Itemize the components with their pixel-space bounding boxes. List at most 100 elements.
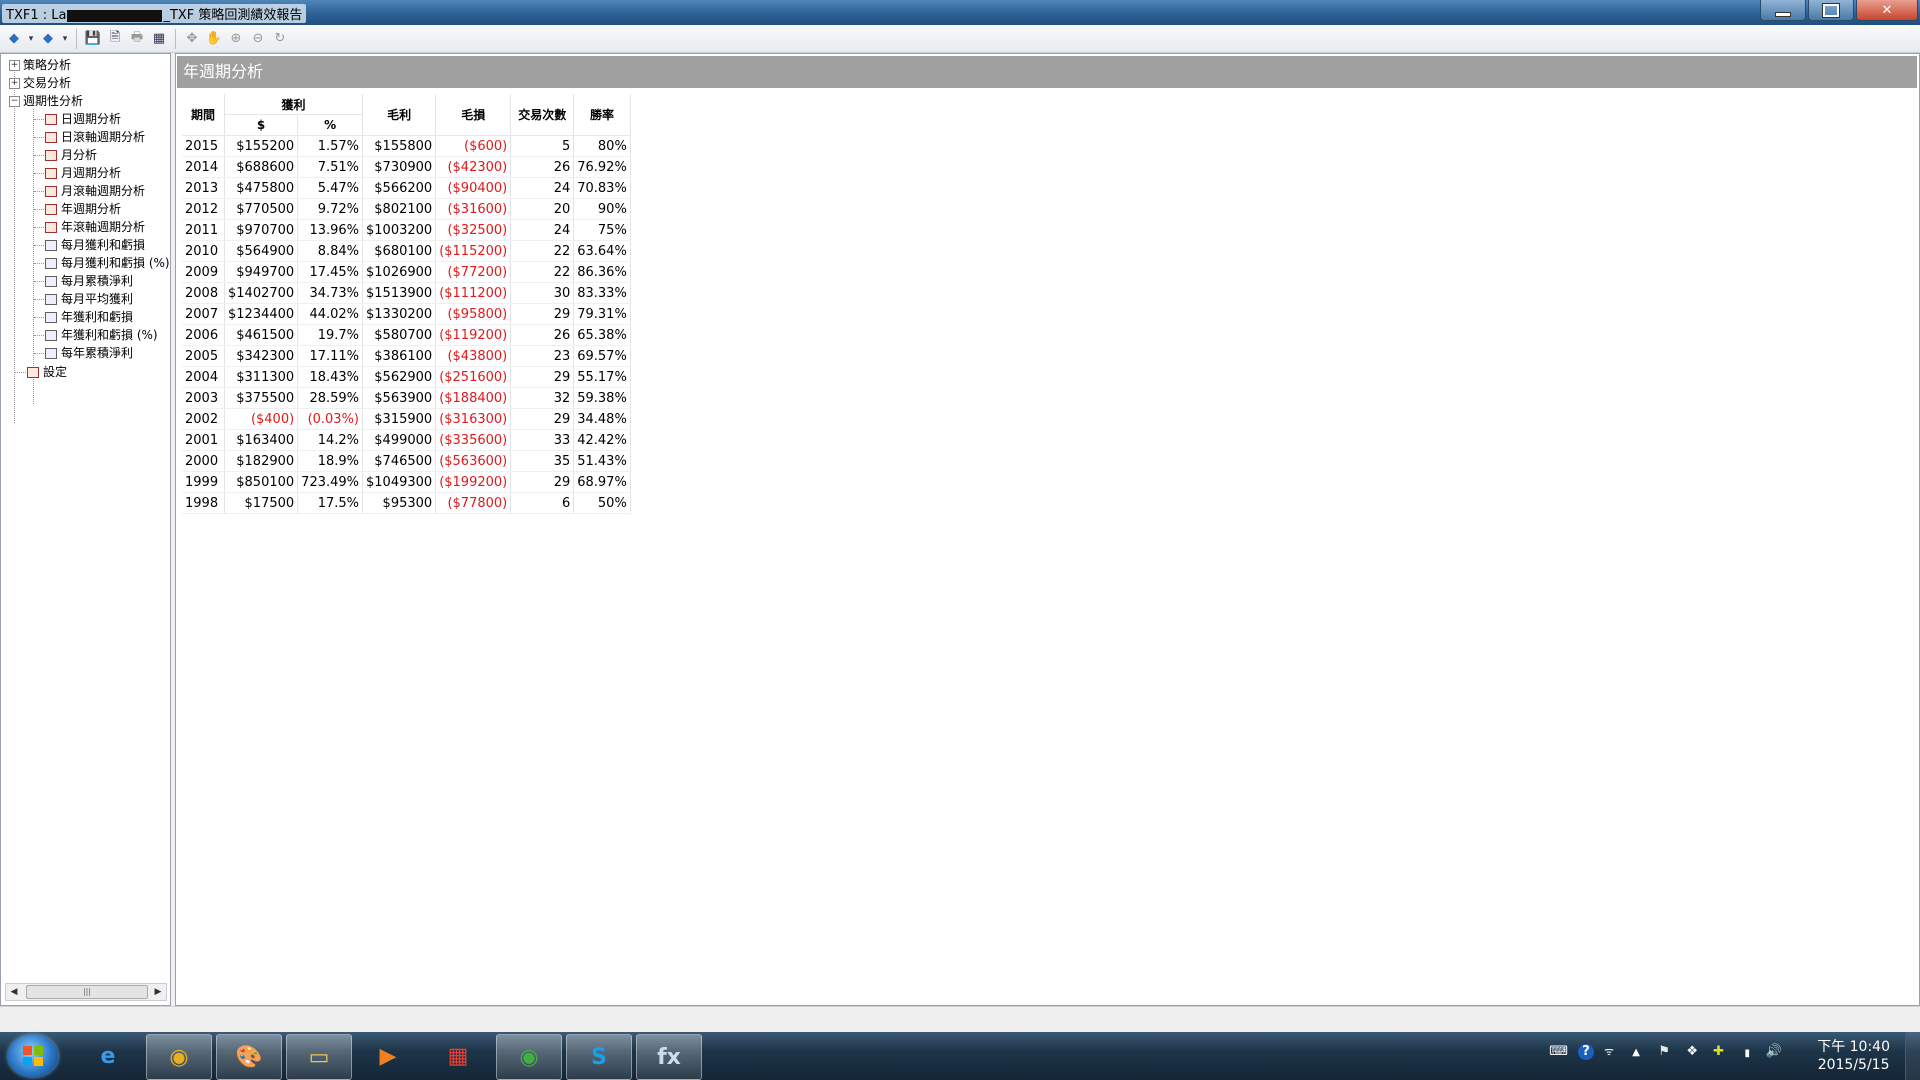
- table-cell: ($188400): [435, 387, 512, 409]
- forward-button[interactable]: ◆: [38, 29, 58, 49]
- pan-tool-button[interactable]: ✋: [204, 29, 224, 49]
- table-cell: (0.03%): [297, 408, 364, 430]
- close-button[interactable]: ✕: [1856, 0, 1918, 21]
- tree-item-yearly-period[interactable]: 年週期分析: [45, 200, 121, 218]
- chart-icon: [45, 294, 57, 305]
- tree-item-monthly-pnl-pct[interactable]: 每月獲利和虧損 (%): [45, 254, 170, 272]
- table-cell: 2008: [182, 282, 225, 304]
- table-cell: $155800: [362, 135, 437, 157]
- tree-horizontal-scrollbar[interactable]: ◀ ||| ▶: [5, 983, 167, 1001]
- table-icon: [27, 367, 39, 378]
- show-hidden-icons-icon[interactable]: ▲: [1632, 1047, 1640, 1058]
- table-cell: 80%: [573, 135, 631, 157]
- plus-app-icon[interactable]: ✚: [1713, 1044, 1724, 1059]
- tree-node-label: 設定: [43, 365, 68, 379]
- taskbar-app-media-player[interactable]: ▶: [356, 1034, 420, 1078]
- tree-item-yearly-cumulative[interactable]: 每年累積淨利: [45, 344, 133, 362]
- tree-item-label: 每月獲利和虧損 (%): [61, 256, 170, 270]
- taskbar-app-internet-explorer[interactable]: e: [76, 1034, 140, 1078]
- show-desktop-button[interactable]: [1905, 1032, 1920, 1080]
- refresh-button[interactable]: ↻: [270, 29, 290, 49]
- scroll-left-button[interactable]: ◀: [6, 984, 22, 1000]
- header-gross-profit: 毛利: [362, 94, 437, 136]
- tree-connector: [34, 317, 44, 318]
- collapse-icon[interactable]: −: [9, 96, 20, 107]
- document-button[interactable]: 🗎: [105, 29, 125, 49]
- wifi-small-icon[interactable]: ᯤ: [1604, 1044, 1614, 1059]
- table-row: 2009 $949700 17.45% $1026900 ($77200) 22 86.36…: [182, 261, 631, 283]
- window-title-prefix: TXF1 : La: [6, 8, 67, 23]
- layout-icon: ▦: [152, 31, 166, 46]
- taskbar: e ◉ 🎨 ▭ ▶ ▦ ◉ Sfx ⌨ ? ᯤ ▲ ⚑ ❖ ✚ ▮ 🔊 下午 10:40 20…: [0, 1032, 1920, 1080]
- tree-item-label: 月滾軸週期分析: [61, 184, 146, 198]
- zoom-out-icon: ⊖: [252, 31, 264, 46]
- save-button[interactable]: 💾: [83, 29, 103, 49]
- tree-item-yearly-pnl[interactable]: 年獲利和虧損: [45, 308, 133, 326]
- zoom-in-button[interactable]: ⊕: [226, 29, 246, 49]
- help-icon[interactable]: ?: [1578, 1044, 1594, 1060]
- taskbar-app-apps-grid[interactable]: ▦: [426, 1034, 490, 1078]
- taskbar-app-skype[interactable]: S: [566, 1034, 632, 1080]
- table-cell: 18.43%: [297, 366, 364, 388]
- tree-node-periodic-analysis[interactable]: − 週期性分析: [9, 92, 83, 110]
- table-cell: 5: [510, 135, 575, 157]
- scroll-right-button[interactable]: ▶: [150, 984, 166, 1000]
- tree-item-label: 每月累積淨利: [61, 274, 134, 288]
- forward-dropdown-button[interactable]: ▾: [60, 29, 70, 49]
- zoom-out-button[interactable]: ⊖: [248, 29, 268, 49]
- back-dropdown-button[interactable]: ▾: [26, 29, 36, 49]
- minimize-button[interactable]: [1760, 0, 1806, 21]
- tree-item-yearly-pnl-pct[interactable]: 年獲利和虧損 (%): [45, 326, 158, 344]
- table-cell: ($42300): [435, 156, 512, 178]
- print-button[interactable]: 🖶: [127, 29, 147, 49]
- tree-node-strategy-analysis[interactable]: + 策略分析: [9, 56, 71, 74]
- chart-icon: [45, 240, 57, 251]
- tree-item-monthly[interactable]: 月分析: [45, 146, 97, 164]
- table-cell: $562900: [362, 366, 437, 388]
- network-signal-icon[interactable]: ▮: [1744, 1048, 1750, 1059]
- tree-item-monthly-average[interactable]: 每月平均獲利: [45, 290, 133, 308]
- system-clock[interactable]: 下午 10:40 2015/5/15: [1817, 1038, 1890, 1074]
- tree-item-label: 日週期分析: [61, 112, 122, 126]
- tree-item-monthly-period[interactable]: 月週期分析: [45, 164, 121, 182]
- tree-item-monthly-pnl[interactable]: 每月獲利和虧損: [45, 236, 145, 254]
- dropbox-icon[interactable]: ❖: [1686, 1044, 1698, 1059]
- tree-item-daily-rolling[interactable]: 日滾軸週期分析: [45, 128, 145, 146]
- tree-item-monthly-rolling[interactable]: 月滾軸週期分析: [45, 182, 145, 200]
- scroll-thumb[interactable]: |||: [26, 985, 148, 999]
- table-icon: [45, 132, 57, 143]
- tree-node-settings[interactable]: 設定: [27, 363, 67, 381]
- tree-item-daily-period[interactable]: 日週期分析: [45, 110, 121, 128]
- select-tool-button[interactable]: ✥: [182, 29, 202, 49]
- action-center-flag-icon[interactable]: ⚑: [1658, 1044, 1670, 1059]
- formula-app-icon: fx: [657, 1044, 681, 1070]
- expand-icon[interactable]: +: [9, 60, 20, 71]
- back-button[interactable]: ◆: [4, 29, 24, 49]
- maximize-button[interactable]: [1808, 0, 1854, 21]
- keyboard-icon[interactable]: ⌨: [1549, 1044, 1568, 1059]
- table-cell: $730900: [362, 156, 437, 178]
- taskbar-app-chrome[interactable]: ◉: [146, 1034, 212, 1080]
- layout-button[interactable]: ▦: [149, 29, 169, 49]
- report-panel: 年週期分析 期間 獲利 毛利 毛損 交易次數 勝率 $ % 2015 $15520…: [175, 53, 1920, 1006]
- table-cell: $770500: [224, 198, 299, 220]
- table-cell: 1.57%: [297, 135, 364, 157]
- table-cell: 51.43%: [573, 450, 631, 472]
- start-button[interactable]: [8, 1035, 58, 1077]
- volume-icon[interactable]: 🔊: [1766, 1044, 1782, 1059]
- taskbar-app-file-explorer[interactable]: ▭: [286, 1034, 352, 1080]
- table-cell: $315900: [362, 408, 437, 430]
- taskbar-app-paint[interactable]: 🎨: [216, 1034, 282, 1080]
- expand-icon[interactable]: +: [9, 78, 20, 89]
- tree-item-yearly-rolling[interactable]: 年滾軸週期分析: [45, 218, 145, 236]
- taskbar-app-trading-app[interactable]: ◉: [496, 1034, 562, 1080]
- yearly-period-table: 期間 獲利 毛利 毛損 交易次數 勝率 $ % 2015 $155200 1.57%…: [182, 94, 631, 514]
- table-cell: ($43800): [435, 345, 512, 367]
- taskbar-app-formula-app[interactable]: fx: [636, 1034, 702, 1080]
- tree-item-label: 月分析: [61, 148, 98, 162]
- forward-arrow-icon: ◆: [43, 31, 53, 46]
- tree-node-trade-analysis[interactable]: + 交易分析: [9, 74, 71, 92]
- table-icon: [45, 114, 57, 125]
- tree-item-monthly-cumulative[interactable]: 每月累積淨利: [45, 272, 133, 290]
- table-row: 2001 $163400 14.2% $499000 ($335600) 33 42.42%: [182, 429, 631, 451]
